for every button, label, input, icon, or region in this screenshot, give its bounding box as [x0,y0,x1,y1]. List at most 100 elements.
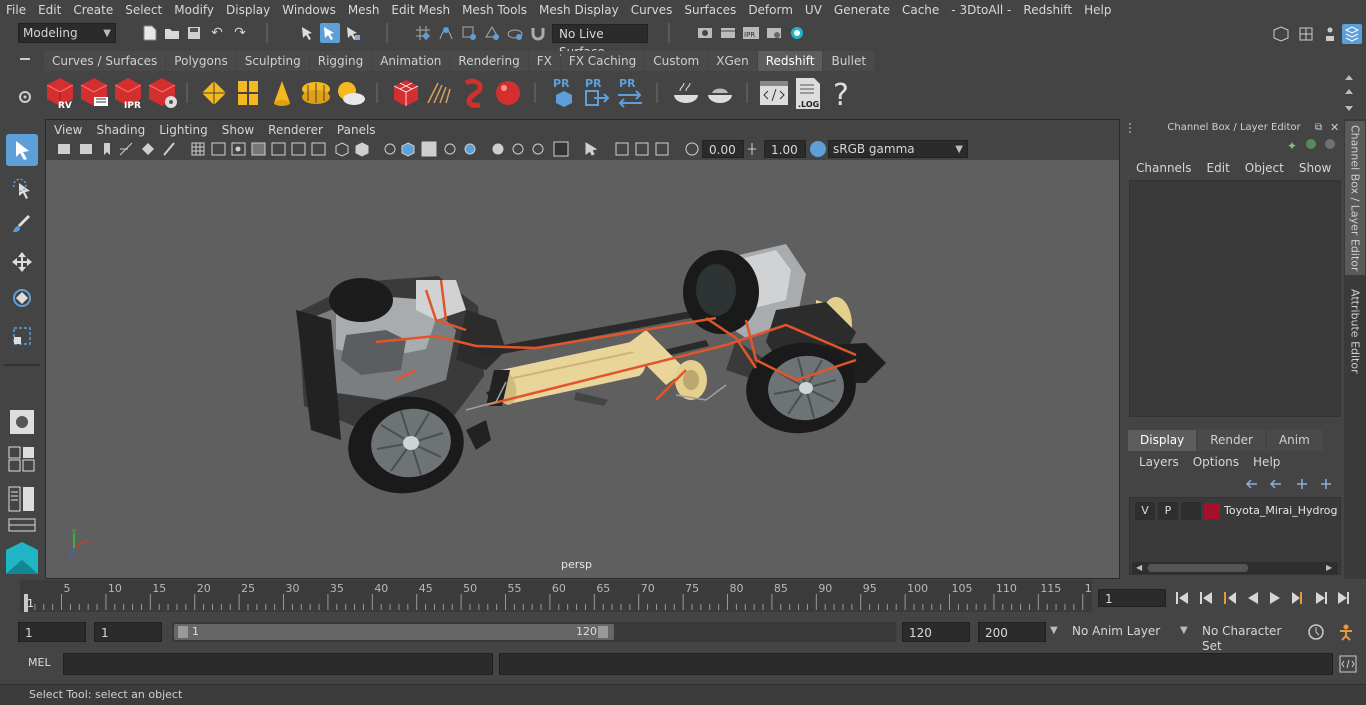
save-scene-icon[interactable] [184,23,204,43]
shelf-tab-fx[interactable]: FX [528,51,560,71]
redshift-material-ball-icon[interactable] [492,75,524,111]
chevron-down-icon[interactable]: ▼ [1180,625,1188,636]
menu-mesh-display[interactable]: Mesh Display [533,3,625,17]
channel-box-toggle-icon[interactable] [1342,24,1362,44]
select-object-icon[interactable] [320,23,340,43]
tab-channel-box[interactable]: Channel Box / Layer Editor [1345,121,1365,275]
layer-display-type-toggle[interactable] [1181,502,1201,520]
command-input[interactable] [63,653,493,675]
snap-point-icon[interactable] [459,23,479,43]
menu-windows[interactable]: Windows [276,3,342,17]
redshift-dome-light-icon[interactable] [300,75,332,111]
paint-select-tool-icon[interactable] [6,208,38,240]
menu-file[interactable]: File [0,3,32,17]
menu-cache[interactable]: Cache [896,3,945,17]
shelf-settings-gear-icon[interactable] [18,90,32,107]
shelf-tab-redshift[interactable]: Redshift [757,51,823,71]
menu-display[interactable]: Display [220,3,276,17]
menu-surfaces[interactable]: Surfaces [678,3,742,17]
move-tool-icon[interactable] [6,246,38,278]
viewport-menu-lighting[interactable]: Lighting [159,123,208,137]
channel-axis-icon[interactable]: ✦ [1287,139,1297,153]
live-surface-field[interactable]: No Live Surface [552,24,648,59]
magnet-icon[interactable] [528,23,548,43]
undo-icon[interactable]: ↶ [207,23,227,43]
menu-modify[interactable]: Modify [168,3,220,17]
modeling-toolkit-icon[interactable] [1296,24,1316,44]
shelf-tab-custom[interactable]: Custom [645,51,708,71]
rotate-tool-icon[interactable] [6,282,38,314]
viewport-menu-show[interactable]: Show [222,123,254,137]
layer-tab-render[interactable]: Render [1198,430,1265,451]
chevron-down-icon[interactable]: ▼ [1050,625,1058,636]
range-slider-handle[interactable]: 1 120 [174,624,614,640]
time-slider[interactable]: 1 5 10 15 20 25 30 35 40 45 50 55 60 65 70 75 80 85 90 95 10… [0,580,1366,614]
menu-mesh[interactable]: Mesh [342,3,386,17]
layer-scrollbar-thumb[interactable] [1148,564,1248,572]
viewport-menu-view[interactable]: View [54,123,82,137]
shelf-tab-rigging[interactable]: Rigging [309,51,372,71]
scale-tool-icon[interactable] [6,320,38,352]
redshift-ies-light-icon[interactable] [266,75,298,111]
mode-dropdown[interactable]: Modeling ▼ [18,23,116,43]
menu-uv[interactable]: UV [799,3,828,17]
hypershade-icon[interactable] [787,23,807,43]
gamma-field[interactable]: 1.00 [764,140,806,158]
menu-create[interactable]: Create [67,3,119,17]
open-scene-icon[interactable] [162,23,182,43]
viewport-menu-panels[interactable]: Panels [337,123,376,137]
exposure-field[interactable]: 0.00 [702,140,744,158]
select-hierarchy-icon[interactable] [298,23,318,43]
range-end-grip[interactable] [598,626,608,638]
menu-redshift[interactable]: Redshift [1017,3,1078,17]
layer-visibility-toggle[interactable]: V [1135,502,1155,520]
snap-surface-icon[interactable] [505,23,525,43]
redshift-render-sequence-icon[interactable] [78,75,110,111]
shelf-tab-animation[interactable]: Animation [372,51,450,71]
pr-sync-icon[interactable]: PR [614,75,646,111]
log-file-icon[interactable]: .LOG [792,75,824,111]
layer-menu-help[interactable]: Help [1253,455,1280,469]
close-panel-icon[interactable]: ✕ [1330,121,1339,134]
four-view-layout-icon[interactable] [8,446,38,475]
layer-menu-options[interactable]: Options [1193,455,1239,469]
layer-row[interactable]: V P Toyota_Mirai_Hydroge [1133,502,1341,520]
redshift-ipr-icon[interactable]: IPR [112,75,144,111]
time-slider-track[interactable]: 1 5 10 15 20 25 30 35 40 45 50 55 60 65 70 75 80 85 90 95 10… [20,580,1092,612]
select-tool-icon[interactable] [6,134,38,166]
scroll-left-icon[interactable]: ◀ [1136,563,1142,572]
layer-color-swatch[interactable] [1204,503,1220,519]
redshift-volume-icon[interactable] [458,75,490,111]
pr-export-icon[interactable]: PR [580,75,612,111]
menu-mesh-tools[interactable]: Mesh Tools [456,3,533,17]
script-editor-icon[interactable] [758,75,790,111]
ipr-render-icon[interactable]: IPR [741,23,761,43]
layer-playback-toggle[interactable]: P [1158,502,1178,520]
menu-3dtoall[interactable]: - 3DtoAll - [945,3,1017,17]
layer-name[interactable]: Toyota_Mirai_Hydroge [1224,502,1338,520]
render-frame-icon[interactable] [718,23,738,43]
viewport-menu-renderer[interactable]: Renderer [268,123,323,137]
bake-object-icon[interactable] [670,75,702,111]
snap-view-plane-icon[interactable] [482,23,502,43]
render-view-icon[interactable] [764,23,784,43]
snap-curve-icon[interactable] [436,23,456,43]
vehicle-chassis-model[interactable]: y x z [46,160,1119,578]
channel-menu-channels[interactable]: Channels [1136,161,1192,175]
layer-menu-layers[interactable]: Layers [1139,455,1179,469]
playback-start-field[interactable]: 1 [94,622,162,642]
animation-preferences-icon[interactable] [1336,623,1356,644]
current-time-indicator[interactable] [24,594,28,612]
snap-grid-icon[interactable] [413,23,433,43]
redo-icon[interactable]: ↷ [230,23,250,43]
float-panel-icon[interactable]: ⧉ [1315,122,1322,133]
menu-edit-mesh[interactable]: Edit Mesh [385,3,456,17]
shelf-scroll-up-icon[interactable] [1343,72,1355,119]
animation-start-field[interactable]: 1 [18,622,86,642]
shelf-tab-fx-caching[interactable]: FX Caching [560,51,645,71]
menu-edit[interactable]: Edit [32,3,67,17]
shelf-tab-polygons[interactable]: Polygons [166,51,236,71]
channel-lock-icon[interactable] [1325,139,1335,149]
single-perspective-layout-icon[interactable] [6,406,38,438]
redshift-hair-icon[interactable] [424,75,456,111]
